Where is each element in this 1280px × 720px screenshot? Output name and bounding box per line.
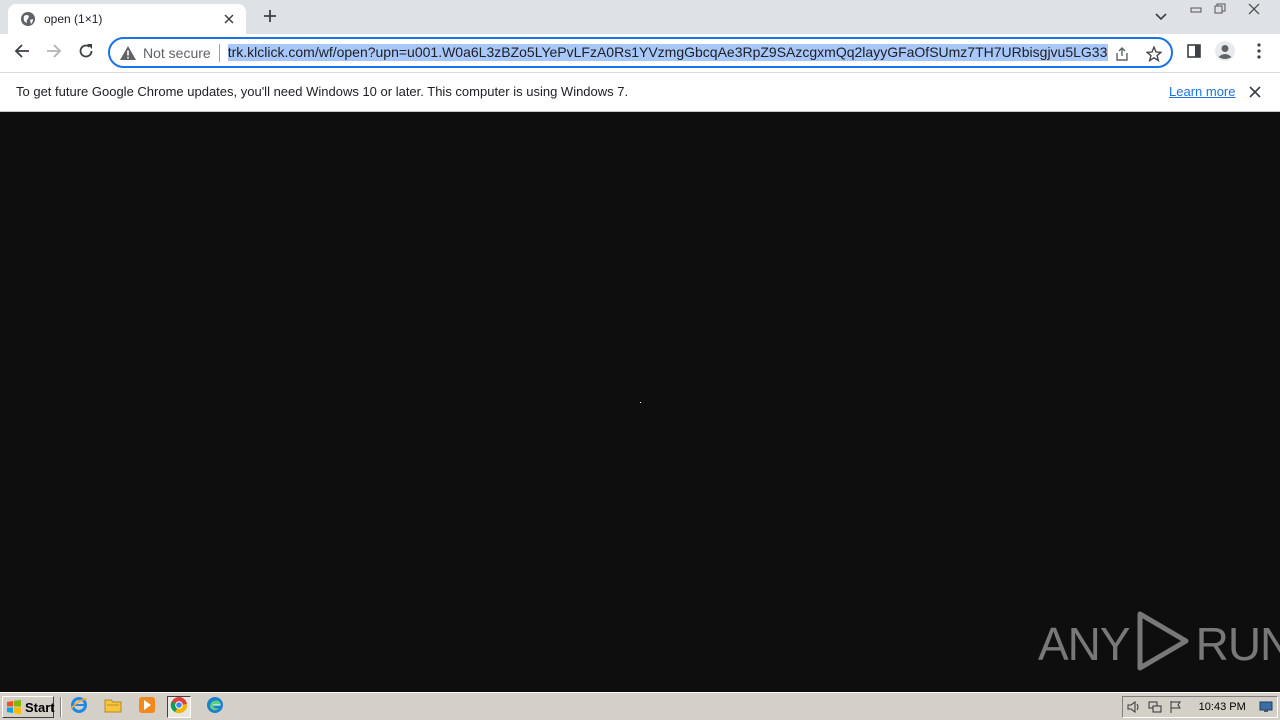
edge-taskbar-button[interactable] xyxy=(203,696,227,718)
update-infobar: To get future Google Chrome updates, you… xyxy=(0,72,1280,112)
internet-explorer-icon xyxy=(70,696,88,719)
security-status[interactable]: Not secure xyxy=(143,45,211,61)
profile-button[interactable] xyxy=(1214,40,1236,67)
restore-button[interactable] xyxy=(1208,0,1232,17)
omnibox-divider xyxy=(218,43,220,62)
new-tab-button[interactable] xyxy=(258,6,282,30)
url-text[interactable]: trk.klclick.com/wf/open?upn=u001.W0a6L3z… xyxy=(227,43,1108,61)
media-player-icon xyxy=(138,696,156,719)
edge-icon xyxy=(206,696,224,719)
internet-explorer-button[interactable] xyxy=(67,696,91,718)
file-explorer-button[interactable] xyxy=(101,696,125,718)
taskbar-separator xyxy=(60,697,62,717)
learn-more-link[interactable]: Learn more xyxy=(1169,84,1235,99)
star-icon[interactable] xyxy=(1145,45,1163,63)
windows-logo-icon xyxy=(6,699,22,715)
url-container[interactable]: trk.klclick.com/wf/open?upn=u001.W0a6L3z… xyxy=(227,43,1108,62)
infobar-message: To get future Google Chrome updates, you… xyxy=(16,84,629,99)
reload-icon xyxy=(78,43,94,64)
media-player-button[interactable] xyxy=(135,696,159,718)
browser-toolbar: Not secure trk.klclick.com/wf/open?upn=u… xyxy=(0,34,1280,72)
tracking-pixel-image xyxy=(640,402,641,403)
chrome-taskbar-button[interactable] xyxy=(167,696,191,718)
plus-icon xyxy=(263,9,277,28)
network-icon[interactable] xyxy=(1144,697,1165,717)
windows-taskbar: Start 10:43 PM xyxy=(0,692,1280,720)
tab-title: open (1×1) xyxy=(44,12,103,26)
speaker-icon[interactable] xyxy=(1123,697,1144,717)
system-clock[interactable]: 10:43 PM xyxy=(1199,701,1246,713)
anyrun-watermark: ANY RUN xyxy=(1038,610,1280,677)
close-icon[interactable] xyxy=(220,10,238,28)
globe-icon xyxy=(20,11,36,27)
chevron-down-icon xyxy=(1155,8,1167,26)
arrow-left-icon xyxy=(14,43,30,64)
minimize-button[interactable] xyxy=(1184,0,1208,17)
start-label: Start xyxy=(25,699,55,715)
back-button[interactable] xyxy=(8,39,36,67)
kebab-menu-icon xyxy=(1257,42,1261,64)
arrow-right-icon xyxy=(46,43,62,64)
menu-button[interactable] xyxy=(1248,42,1270,64)
share-icon[interactable] xyxy=(1113,45,1131,63)
reload-button[interactable] xyxy=(72,39,100,67)
side-panel-icon xyxy=(1186,43,1202,64)
window-close-button[interactable] xyxy=(1236,0,1272,17)
close-icon[interactable] xyxy=(1246,83,1264,101)
chrome-icon xyxy=(170,696,188,719)
show-desktop-icon[interactable] xyxy=(1256,697,1277,717)
watermark-right-text: RUN xyxy=(1195,617,1280,670)
address-bar[interactable]: Not secure trk.klclick.com/wf/open?upn=u… xyxy=(108,37,1173,68)
tab-search-button[interactable] xyxy=(1150,6,1172,28)
folder-icon xyxy=(104,697,122,718)
tab-strip: open (1×1) xyxy=(0,0,1280,34)
side-panel-button[interactable] xyxy=(1183,42,1205,64)
profile-icon xyxy=(1214,40,1236,67)
system-tray: 10:43 PM xyxy=(1122,696,1278,718)
start-button[interactable]: Start xyxy=(2,696,55,718)
tab-open[interactable]: open (1×1) xyxy=(8,4,246,34)
warning-triangle-icon[interactable] xyxy=(120,45,136,61)
play-icon xyxy=(1134,610,1192,677)
forward-button[interactable] xyxy=(40,39,68,67)
page-content: ANY RUN xyxy=(0,113,1280,692)
action-center-flag-icon[interactable] xyxy=(1165,697,1186,717)
watermark-left-text: ANY xyxy=(1038,617,1131,670)
